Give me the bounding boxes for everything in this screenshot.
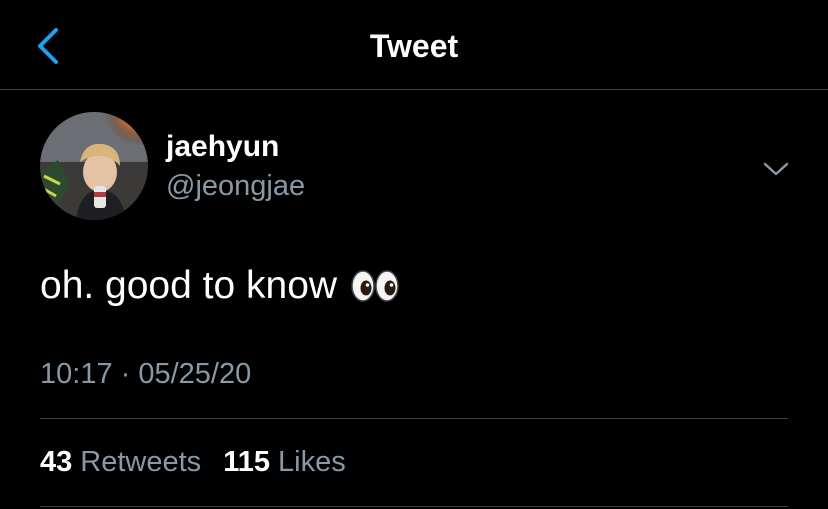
likes-count: 115 xyxy=(223,446,271,478)
tweet-menu-button[interactable] xyxy=(760,156,792,182)
retweets-count: 43 xyxy=(40,446,73,478)
retweets-label: Retweets xyxy=(80,446,202,478)
likes-stat[interactable]: 115 Likes xyxy=(223,446,346,478)
retweets-stat[interactable]: 43 Retweets xyxy=(40,446,201,478)
author-handle[interactable]: @jeongjae xyxy=(166,170,305,203)
eyes-emoji-icon xyxy=(351,266,399,306)
tweet-stats: 43 Retweets 115 Likes xyxy=(40,446,346,479)
page-title: Tweet xyxy=(369,28,459,64)
author-display-name[interactable]: jaehyun xyxy=(166,130,279,164)
divider xyxy=(40,506,788,507)
profile-photo xyxy=(40,112,148,220)
tweet-body: oh. good to know xyxy=(40,262,399,310)
avatar[interactable] xyxy=(40,112,148,220)
chevron-down-icon xyxy=(763,162,789,176)
tweet-text: oh. good to know xyxy=(40,264,338,307)
likes-label: Likes xyxy=(278,446,346,478)
tweet-timestamp: 10:17 · 05/25/20 xyxy=(40,358,252,390)
divider xyxy=(40,418,788,419)
nav-bar: Tweet xyxy=(0,0,828,90)
